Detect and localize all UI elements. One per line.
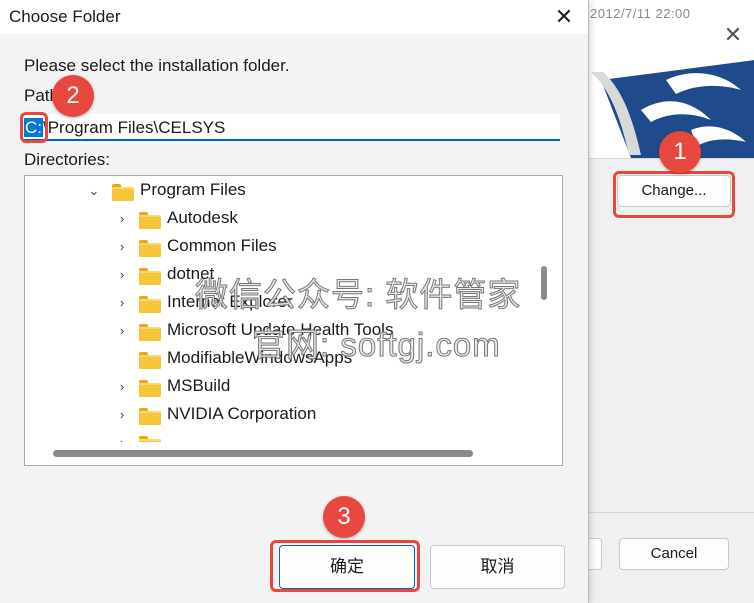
- tree-item-program-files[interactable]: ⌄ Program Files: [25, 178, 525, 206]
- step1-highlight-box: [613, 171, 735, 218]
- cancel-button[interactable]: 取消: [430, 545, 565, 589]
- tree-item-label: Program Files: [140, 180, 246, 199]
- path-rest-text: \Program Files\CELSYS: [43, 118, 226, 137]
- folder-icon: [139, 240, 161, 257]
- chevron-down-icon[interactable]: ⌄: [87, 182, 101, 200]
- installer-titlebar: ✕: [571, 20, 754, 50]
- horizontal-scrollbar[interactable]: [25, 442, 562, 465]
- watermark-line-1: 微信公众号: 软件管家: [194, 276, 522, 314]
- step3-highlight-box: [270, 540, 420, 592]
- chevron-right-icon[interactable]: ›: [115, 434, 129, 442]
- folder-icon: [139, 268, 161, 285]
- tree-item-label: MSBuild: [167, 376, 231, 395]
- tree-item-msbuild[interactable]: › MSBuild: [25, 374, 525, 402]
- installer-window: ✕ Change... Cancel: [567, 20, 754, 603]
- dialog-titlebar: Choose Folder ✕: [0, 0, 588, 34]
- step2-badge: 2: [52, 75, 94, 117]
- tree-item-partial[interactable]: ›: [25, 430, 525, 442]
- step3-badge: 3: [323, 496, 365, 538]
- chevron-right-icon[interactable]: ›: [115, 210, 129, 228]
- folder-icon: [139, 352, 161, 369]
- installer-divider: [571, 512, 754, 513]
- tree-item-common-files[interactable]: › Common Files: [25, 234, 525, 262]
- folder-icon: [112, 184, 134, 201]
- tree-item-label: Common Files: [167, 236, 277, 255]
- path-input[interactable]: C:\Program Files\CELSYS: [24, 114, 560, 141]
- step1-badge: 1: [659, 131, 701, 173]
- folder-icon: [139, 380, 161, 397]
- tree-item-label: Autodesk: [167, 208, 238, 227]
- chevron-right-icon[interactable]: ›: [115, 238, 129, 256]
- folder-icon: [139, 408, 161, 425]
- tree-item-autodesk[interactable]: › Autodesk: [25, 206, 525, 234]
- horizontal-scrollbar-thumb[interactable]: [53, 450, 473, 457]
- tree-item-nvidia-corporation[interactable]: › NVIDIA Corporation: [25, 402, 525, 430]
- dialog-title: Choose Folder: [9, 7, 121, 26]
- chevron-right-icon[interactable]: ›: [115, 294, 129, 312]
- watermark-line-2: 官网: softgj.com: [252, 326, 501, 364]
- chevron-right-icon[interactable]: ›: [115, 266, 129, 284]
- background-timestamp: 2012/7/11 22:00: [590, 6, 691, 21]
- chevron-right-icon[interactable]: ›: [115, 378, 129, 396]
- step2-highlight-box: [20, 112, 48, 143]
- installer-close-icon[interactable]: ✕: [713, 20, 753, 50]
- instruction-text: Please select the installation folder.: [24, 56, 290, 75]
- installer-cancel-button[interactable]: Cancel: [619, 538, 729, 570]
- folder-icon: [139, 296, 161, 313]
- vertical-scrollbar-thumb[interactable]: [541, 266, 547, 300]
- folder-icon: [139, 212, 161, 229]
- folder-icon: [139, 324, 161, 341]
- chevron-right-icon[interactable]: ›: [115, 322, 129, 340]
- dialog-close-icon[interactable]: ✕: [549, 3, 579, 31]
- directories-label: Directories:: [24, 150, 110, 169]
- tree-item-label: NVIDIA Corporation: [167, 404, 317, 423]
- chevron-right-icon[interactable]: ›: [115, 406, 129, 424]
